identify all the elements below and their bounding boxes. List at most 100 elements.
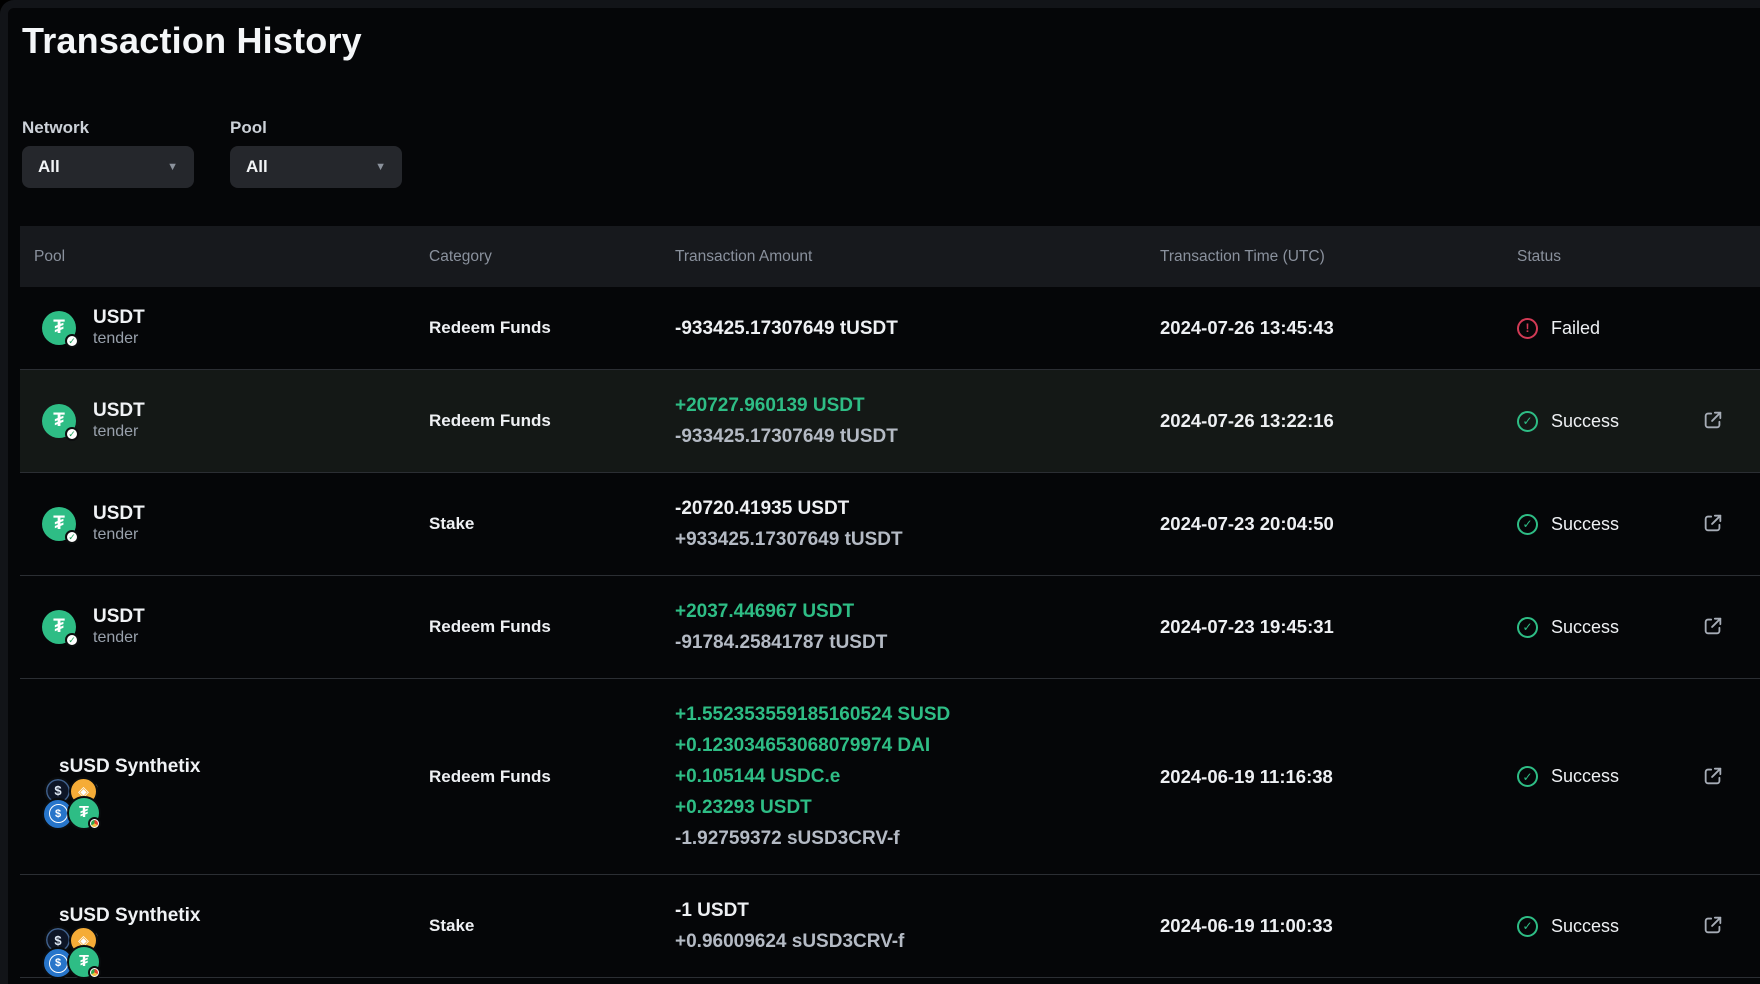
check-badge-icon: ✓ xyxy=(65,633,79,647)
pool-filter-label: Pool xyxy=(230,118,402,138)
pool-filter: Pool All ▼ xyxy=(230,118,402,188)
external-link-icon[interactable] xyxy=(1702,765,1724,787)
amount-line: -933425.17307649 tUSDT xyxy=(675,313,1160,344)
time-cell: 2024-06-19 11:00:33 xyxy=(1160,915,1497,937)
page-title: Transaction History xyxy=(22,20,1760,62)
external-link-icon[interactable] xyxy=(1702,512,1724,534)
transaction-history-page: Transaction History Network All ▼ Pool A… xyxy=(0,0,1760,984)
tether-coin-icon: ₮ xyxy=(67,796,101,830)
pool-name: USDT xyxy=(93,503,145,525)
status-label: Success xyxy=(1551,617,1619,638)
transaction-row[interactable]: ₮✓ USDT tender Redeem Funds -933425.1730… xyxy=(20,287,1760,370)
network-filter: Network All ▼ xyxy=(22,118,194,188)
amount-line: +20727.960139 USDT xyxy=(675,390,1160,421)
pool-badge-icon xyxy=(88,817,101,830)
category-cell: Redeem Funds xyxy=(429,617,675,637)
link-cell xyxy=(1702,409,1726,433)
link-cell xyxy=(1702,316,1726,340)
tether-coin-icon: ₮ xyxy=(67,945,101,979)
pool-protocol: tender xyxy=(93,422,145,442)
amounts-cell: +2037.446967 USDT-91784.25841787 tUSDT xyxy=(675,596,1160,658)
column-header-pool: Pool xyxy=(20,248,429,266)
amount-line: +1.552353559185160524 SUSD xyxy=(675,699,1160,730)
table-header-row: Pool Category Transaction Amount Transac… xyxy=(20,226,1760,287)
pool-dropdown-value: All xyxy=(246,157,268,177)
amount-line: -91784.25841787 tUSDT xyxy=(675,627,1160,658)
network-dropdown[interactable]: All ▼ xyxy=(22,146,194,188)
column-header-category: Category xyxy=(429,248,675,266)
status-cell: Success xyxy=(1497,411,1702,432)
usdt-coin-icon: ₮✓ xyxy=(42,404,76,438)
amount-line: +933425.17307649 tUSDT xyxy=(675,524,1160,555)
status-cell: Success xyxy=(1497,514,1702,535)
chevron-down-icon: ▼ xyxy=(375,162,386,173)
category-cell: Redeem Funds xyxy=(429,767,675,787)
amounts-cell: -933425.17307649 tUSDT xyxy=(675,313,1160,344)
column-header-amount: Transaction Amount xyxy=(675,248,1160,266)
pool-cell: $◈$₮ sUSD Synthetix curve xyxy=(20,905,429,947)
amount-line: -20720.41935 USDT xyxy=(675,493,1160,524)
link-cell xyxy=(1702,512,1726,536)
transaction-row[interactable]: ₮✓ USDT tender Redeem Funds +20727.96013… xyxy=(20,370,1760,473)
external-link-icon[interactable] xyxy=(1702,615,1724,637)
amount-line: -1.92759372 sUSD3CRV-f xyxy=(675,823,1160,854)
usdt-coin-icon: ₮✓ xyxy=(42,507,76,541)
pool-protocol: tender xyxy=(93,329,145,349)
chevron-down-icon: ▼ xyxy=(167,162,178,173)
transaction-row[interactable]: ₮✓ USDT tender Stake -20720.41935 USDT+9… xyxy=(20,473,1760,576)
category-cell: Redeem Funds xyxy=(429,411,675,431)
status-cell: Success xyxy=(1497,766,1702,787)
amount-line: +0.23293 USDT xyxy=(675,792,1160,823)
pool-protocol: tender xyxy=(93,525,145,545)
column-header-time: Transaction Time (UTC) xyxy=(1160,248,1497,266)
pool-badge-icon xyxy=(88,966,101,979)
column-header-status: Status xyxy=(1497,248,1702,266)
pool-cell: ₮✓ USDT tender xyxy=(20,400,429,442)
check-badge-icon: ✓ xyxy=(65,334,79,348)
usdt-coin-icon: ₮✓ xyxy=(42,311,76,345)
status-label: Success xyxy=(1551,514,1619,535)
status-label: Success xyxy=(1551,766,1619,787)
transaction-row[interactable]: ₮✓ USDT tender Redeem Funds +2037.446967… xyxy=(20,576,1760,679)
amounts-cell: +20727.960139 USDT-933425.17307649 tUSDT xyxy=(675,390,1160,452)
transaction-row[interactable]: $◈$₮ sUSD Synthetix curve Redeem Funds +… xyxy=(20,679,1760,875)
pool-name: USDT xyxy=(93,606,145,628)
external-link-icon[interactable] xyxy=(1702,914,1724,936)
status-icon xyxy=(1517,916,1538,937)
check-badge-icon: ✓ xyxy=(65,427,79,441)
external-link-icon[interactable] xyxy=(1702,409,1724,431)
pool-dropdown[interactable]: All ▼ xyxy=(230,146,402,188)
category-cell: Stake xyxy=(429,916,675,936)
amount-line: +0.96009624 sUSD3CRV-f xyxy=(675,926,1160,957)
pool-name: USDT xyxy=(93,400,145,422)
usdt-coin-icon: ₮✓ xyxy=(42,610,76,644)
amount-line: +0.123034653068079974 DAI xyxy=(675,730,1160,761)
status-icon xyxy=(1517,514,1538,535)
category-cell: Redeem Funds xyxy=(429,318,675,338)
category-cell: Stake xyxy=(429,514,675,534)
status-label: Failed xyxy=(1551,318,1600,339)
filters-bar: Network All ▼ Pool All ▼ xyxy=(22,118,1760,188)
transactions-table: Pool Category Transaction Amount Transac… xyxy=(20,226,1760,978)
pool-name: USDT xyxy=(93,307,145,329)
amounts-cell: -20720.41935 USDT+933425.17307649 tUSDT xyxy=(675,493,1160,555)
network-dropdown-value: All xyxy=(38,157,60,177)
check-badge-icon: ✓ xyxy=(65,530,79,544)
network-filter-label: Network xyxy=(22,118,194,138)
pool-cell: ₮✓ USDT tender xyxy=(20,307,429,349)
time-cell: 2024-07-23 19:45:31 xyxy=(1160,616,1497,638)
link-cell xyxy=(1702,765,1726,789)
transaction-row[interactable]: $◈$₮ sUSD Synthetix curve Stake -1 USDT+… xyxy=(20,875,1760,978)
amount-line: -1 USDT xyxy=(675,895,1160,926)
amounts-cell: -1 USDT+0.96009624 sUSD3CRV-f xyxy=(675,895,1160,957)
status-cell: Success xyxy=(1497,617,1702,638)
time-cell: 2024-07-23 20:04:50 xyxy=(1160,513,1497,535)
link-cell xyxy=(1702,914,1726,938)
link-cell xyxy=(1702,615,1726,639)
amounts-cell: +1.552353559185160524 SUSD+0.12303465306… xyxy=(675,699,1160,854)
pool-cell: $◈$₮ sUSD Synthetix curve xyxy=(20,756,429,798)
pool-name: sUSD Synthetix xyxy=(59,756,200,778)
status-icon xyxy=(1517,318,1538,339)
pool-cell: ₮✓ USDT tender xyxy=(20,606,429,648)
status-icon xyxy=(1517,766,1538,787)
